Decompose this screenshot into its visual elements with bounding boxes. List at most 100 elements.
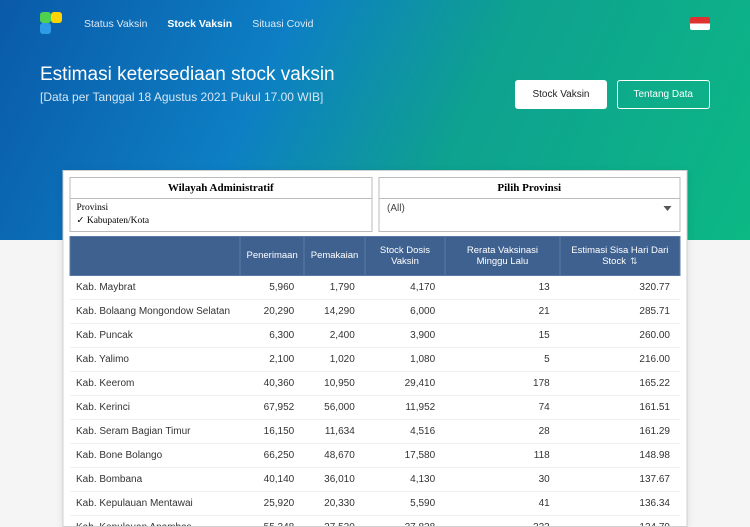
row-cell: 5,960 [240,276,304,300]
row-cell: 10,950 [304,372,365,396]
table-row[interactable]: Kab. Keerom40,36010,95029,410178165.22 [70,372,680,396]
row-cell: 5 [445,348,560,372]
row-cell: 74 [445,396,560,420]
table-row[interactable]: Kab. Bone Bolango66,25048,67017,58011814… [70,444,680,468]
row-cell: 67,952 [240,396,304,420]
row-cell: 2,400 [304,324,365,348]
row-cell: 6,000 [365,300,445,324]
row-cell: 11,634 [304,420,365,444]
row-cell: 48,670 [304,444,365,468]
row-cell: 25,920 [240,492,304,516]
nav-link-0[interactable]: Status Vaksin [84,18,147,30]
stock-table: PenerimaanPemakaianStock Dosis VaksinRer… [70,236,681,526]
row-cell: 20,290 [240,300,304,324]
col-header-4[interactable]: Rerata Vaksinasi Minggu Lalu [445,236,560,276]
row-cell: 36,010 [304,468,365,492]
row-cell: 118 [445,444,560,468]
row-cell: 223 [445,516,560,526]
table-row[interactable]: Kab. Seram Bagian Timur16,15011,6344,516… [70,420,680,444]
wilayah-filter[interactable]: Wilayah Administratif Provinsi Kabupaten… [70,177,373,232]
row-label: Kab. Bombana [70,468,240,492]
row-cell: 41 [445,492,560,516]
row-label: Kab. Yalimo [70,348,240,372]
nav-link-2[interactable]: Situasi Covid [252,18,313,30]
col-header-2[interactable]: Pemakaian [304,236,365,276]
row-label: Kab. Seram Bagian Timur [70,420,240,444]
row-cell: 17,580 [365,444,445,468]
provinsi-header: Pilih Provinsi [379,178,680,199]
row-cell: 14,290 [304,300,365,324]
row-cell: 13 [445,276,560,300]
table-wrap: PenerimaanPemakaianStock Dosis VaksinRer… [70,236,681,526]
nav: Status Vaksin Stock Vaksin Situasi Covid [84,14,334,32]
wilayah-opt-kabupaten[interactable]: Kabupaten/Kota [77,215,366,228]
row-cell: 6,300 [240,324,304,348]
row-cell: 55,348 [240,516,304,526]
row-cell: 161.29 [560,420,680,444]
row-cell: 30 [445,468,560,492]
table-row[interactable]: Kab. Bombana40,14036,0104,13030137.67 [70,468,680,492]
row-cell: 1,080 [365,348,445,372]
table-head: PenerimaanPemakaianStock Dosis VaksinRer… [70,236,680,276]
row-label: Kab. Kepulauan Anambas [70,516,240,526]
row-cell: 27,828 [365,516,445,526]
col-header-0[interactable] [70,236,240,276]
row-cell: 136.34 [560,492,680,516]
wilayah-opt-provinsi[interactable]: Provinsi [77,202,366,215]
sort-desc-icon: ⇅ [630,256,638,267]
provinsi-value: (All) [387,203,405,214]
row-cell: 40,140 [240,468,304,492]
row-cell: 1,020 [304,348,365,372]
filters: Wilayah Administratif Provinsi Kabupaten… [70,177,681,232]
table-row[interactable]: Kab. Maybrat5,9601,7904,17013320.77 [70,276,680,300]
row-cell: 20,330 [304,492,365,516]
row-cell: 148.98 [560,444,680,468]
table-row[interactable]: Kab. Kepulauan Mentawai25,92020,3305,590… [70,492,680,516]
row-cell: 5,590 [365,492,445,516]
row-cell: 15 [445,324,560,348]
col-header-1[interactable]: Penerimaan [240,236,304,276]
row-cell: 137.67 [560,468,680,492]
row-cell: 29,410 [365,372,445,396]
row-label: Kab. Keerom [70,372,240,396]
wilayah-header: Wilayah Administratif [71,178,372,199]
provinsi-filter[interactable]: Pilih Provinsi (All) [378,177,681,232]
row-label: Kab. Maybrat [70,276,240,300]
row-cell: 124.79 [560,516,680,526]
table-body: Kab. Maybrat5,9601,7904,17013320.77Kab. … [70,276,680,526]
table-row[interactable]: Kab. Yalimo2,1001,0201,0805216.00 [70,348,680,372]
stock-vaksin-button[interactable]: Stock Vaksin [515,80,606,109]
row-label: Kab. Puncak [70,324,240,348]
row-cell: 285.71 [560,300,680,324]
table-row[interactable]: Kab. Bolaang Mongondow Selatan20,29014,2… [70,300,680,324]
row-cell: 66,250 [240,444,304,468]
row-cell: 260.00 [560,324,680,348]
row-cell: 165.22 [560,372,680,396]
nav-link-1[interactable]: Stock Vaksin [167,18,232,30]
row-label: Kab. Bone Bolango [70,444,240,468]
row-label: Kab. Kepulauan Mentawai [70,492,240,516]
row-cell: 1,790 [304,276,365,300]
col-header-3[interactable]: Stock Dosis Vaksin [365,236,445,276]
col-header-5[interactable]: Estimasi Sisa Hari Dari Stock⇅ [560,236,680,276]
row-label: Kab. Bolaang Mongondow Selatan [70,300,240,324]
data-panel: Wilayah Administratif Provinsi Kabupaten… [63,170,688,527]
row-cell: 161.51 [560,396,680,420]
row-cell: 4,516 [365,420,445,444]
wilayah-options[interactable]: Provinsi Kabupaten/Kota [71,199,372,231]
logo [40,12,62,34]
table-row[interactable]: Kab. Puncak6,3002,4003,90015260.00 [70,324,680,348]
table-row[interactable]: Kab. Kerinci67,95256,00011,95274161.51 [70,396,680,420]
row-cell: 4,130 [365,468,445,492]
flag-icon[interactable] [690,17,710,30]
row-cell: 11,952 [365,396,445,420]
provinsi-select[interactable]: (All) [379,199,680,218]
row-cell: 56,000 [304,396,365,420]
topbar: Status Vaksin Stock Vaksin Situasi Covid [40,0,710,36]
row-cell: 2,100 [240,348,304,372]
row-cell: 178 [445,372,560,396]
row-cell: 216.00 [560,348,680,372]
row-label: Kab. Kerinci [70,396,240,420]
tentang-data-button[interactable]: Tentang Data [617,80,711,109]
table-row[interactable]: Kab. Kepulauan Anambas55,34827,52027,828… [70,516,680,526]
